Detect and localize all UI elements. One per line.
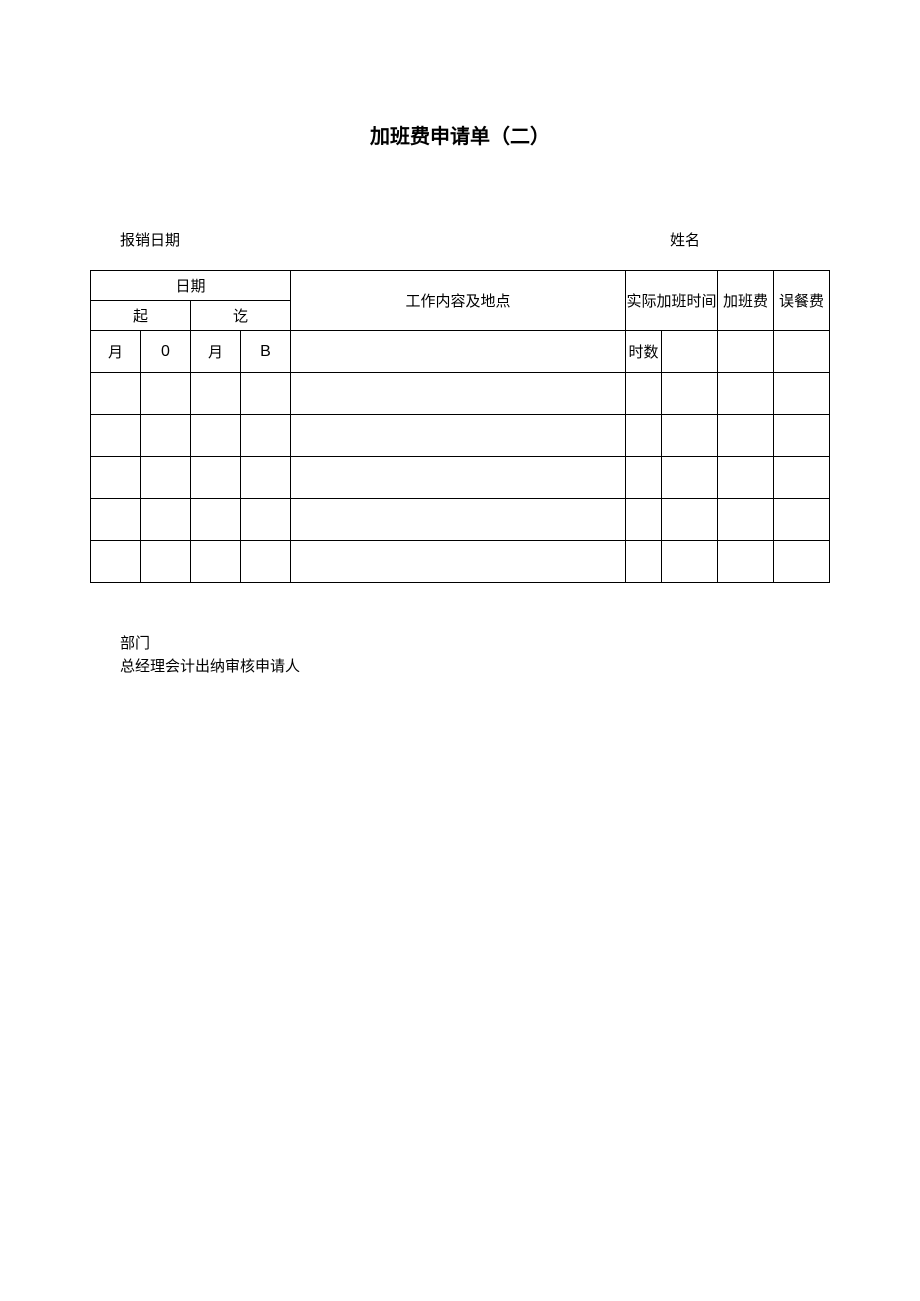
overtime-fee-header: 加班费 (718, 271, 774, 331)
cell (91, 373, 141, 415)
cell (241, 499, 291, 541)
cell (626, 457, 662, 499)
cell (141, 373, 191, 415)
cell (626, 499, 662, 541)
footer-block: 部门 总经理会计出纳审核申请人 (90, 633, 830, 678)
table-row (91, 499, 830, 541)
cell (241, 541, 291, 583)
meal-fee-header: 误餐费 (774, 271, 830, 331)
cell (91, 457, 141, 499)
cell (774, 541, 830, 583)
actual-time-header: 实际加班时间 (626, 271, 718, 331)
cell (191, 457, 241, 499)
cell (662, 415, 718, 457)
hours-cell (662, 331, 718, 373)
cell (662, 457, 718, 499)
cell (91, 415, 141, 457)
document-page: 加班费申请单（二） 报销日期 姓名 日期 工作内容及地点 实际加班时间 加班费 … (0, 0, 920, 678)
cell (662, 499, 718, 541)
meal-cell (774, 331, 830, 373)
header-row: 报销日期 姓名 (90, 229, 830, 250)
day-2-label: B (241, 331, 291, 373)
cell (662, 373, 718, 415)
fee-cell (718, 331, 774, 373)
cell (718, 541, 774, 583)
cell (774, 499, 830, 541)
cell (191, 415, 241, 457)
content-cell (291, 331, 626, 373)
cell (774, 457, 830, 499)
cell (291, 415, 626, 457)
cell (91, 541, 141, 583)
cell (662, 541, 718, 583)
cell (718, 499, 774, 541)
department-label: 部门 (120, 633, 830, 656)
cell (141, 415, 191, 457)
cell (291, 541, 626, 583)
cell (774, 415, 830, 457)
cell (626, 415, 662, 457)
cell (291, 457, 626, 499)
cell (291, 499, 626, 541)
page-title: 加班费申请单（二） (90, 120, 830, 149)
cell (241, 415, 291, 457)
table-header-row-1: 日期 工作内容及地点 实际加班时间 加班费 误餐费 (91, 271, 830, 301)
cell (141, 499, 191, 541)
table-row (91, 457, 830, 499)
cell (91, 499, 141, 541)
hours-unit-label: 时数 (626, 331, 662, 373)
end-header: 讫 (191, 301, 291, 331)
cell (626, 373, 662, 415)
cell (626, 541, 662, 583)
cell (718, 457, 774, 499)
cell (241, 373, 291, 415)
cell (291, 373, 626, 415)
cell (718, 373, 774, 415)
cell (141, 541, 191, 583)
cell (141, 457, 191, 499)
table-row (91, 415, 830, 457)
cell (191, 541, 241, 583)
content-header: 工作内容及地点 (291, 271, 626, 331)
start-header: 起 (91, 301, 191, 331)
month-1-label: 月 (91, 331, 141, 373)
cell (718, 415, 774, 457)
signature-line: 总经理会计出纳审核申请人 (120, 656, 830, 679)
table-row (91, 541, 830, 583)
month-2-label: 月 (191, 331, 241, 373)
reimburse-date-label: 报销日期 (120, 229, 670, 250)
day-1-label: 0 (141, 331, 191, 373)
cell (774, 373, 830, 415)
name-label: 姓名 (670, 229, 810, 250)
cell (241, 457, 291, 499)
cell (191, 499, 241, 541)
date-header: 日期 (91, 271, 291, 301)
table-row: 月 0 月 B 时数 (91, 331, 830, 373)
overtime-table: 日期 工作内容及地点 实际加班时间 加班费 误餐费 起 讫 月 0 月 B 时数 (90, 270, 830, 583)
table-row (91, 373, 830, 415)
cell (191, 373, 241, 415)
